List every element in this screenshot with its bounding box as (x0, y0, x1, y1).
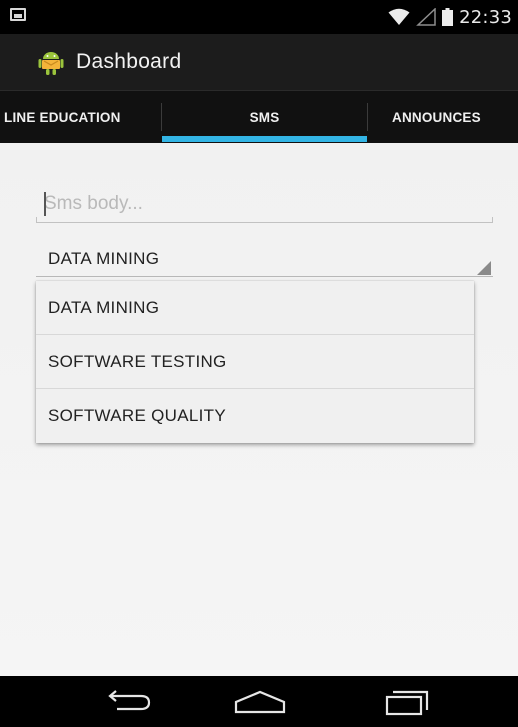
text-cursor (44, 192, 46, 216)
sms-content: DATA MINING DATA MINING SOFTWARE TESTING… (0, 143, 518, 676)
action-bar: Dashboard (0, 34, 518, 90)
recent-apps-button[interactable] (378, 684, 438, 720)
course-spinner[interactable]: DATA MINING (36, 243, 493, 277)
spinner-arrow-icon (477, 261, 491, 275)
status-bar: 22:33 (0, 0, 518, 34)
sms-body-field (36, 186, 493, 224)
sms-body-input[interactable] (36, 186, 493, 222)
dropdown-option-software-testing[interactable]: SOFTWARE TESTING (36, 335, 474, 389)
image-notification-icon (10, 8, 26, 21)
action-bar-title: Dashboard (76, 50, 182, 73)
back-button[interactable] (100, 684, 160, 720)
android-app-icon[interactable] (36, 47, 66, 77)
navigation-bar (0, 676, 518, 727)
home-icon (234, 690, 286, 714)
spinner-underline (36, 276, 493, 277)
recent-apps-icon (385, 690, 429, 716)
dropdown-option-data-mining[interactable]: DATA MINING (36, 281, 474, 335)
status-time: 22:33 (459, 6, 512, 28)
course-dropdown-list: DATA MINING SOFTWARE TESTING SOFTWARE QU… (36, 281, 474, 443)
field-underline (36, 217, 493, 223)
battery-icon (442, 8, 454, 26)
status-icons: 22:33 (388, 4, 512, 30)
tab-announces[interactable]: ANNOUNCES (368, 91, 518, 143)
home-button[interactable] (230, 684, 290, 720)
back-icon (108, 690, 151, 711)
tab-line-education[interactable]: LINE EDUCATION (0, 91, 161, 143)
dropdown-option-software-quality[interactable]: SOFTWARE QUALITY (36, 389, 474, 443)
signal-icon (416, 8, 436, 26)
selected-tab-indicator (162, 136, 367, 142)
wifi-icon (388, 8, 410, 25)
phone-screen: 22:33 Dashboard LINE EDUCATION SMS ANNOU… (0, 0, 518, 727)
spinner-selected-value: DATA MINING (48, 249, 160, 268)
